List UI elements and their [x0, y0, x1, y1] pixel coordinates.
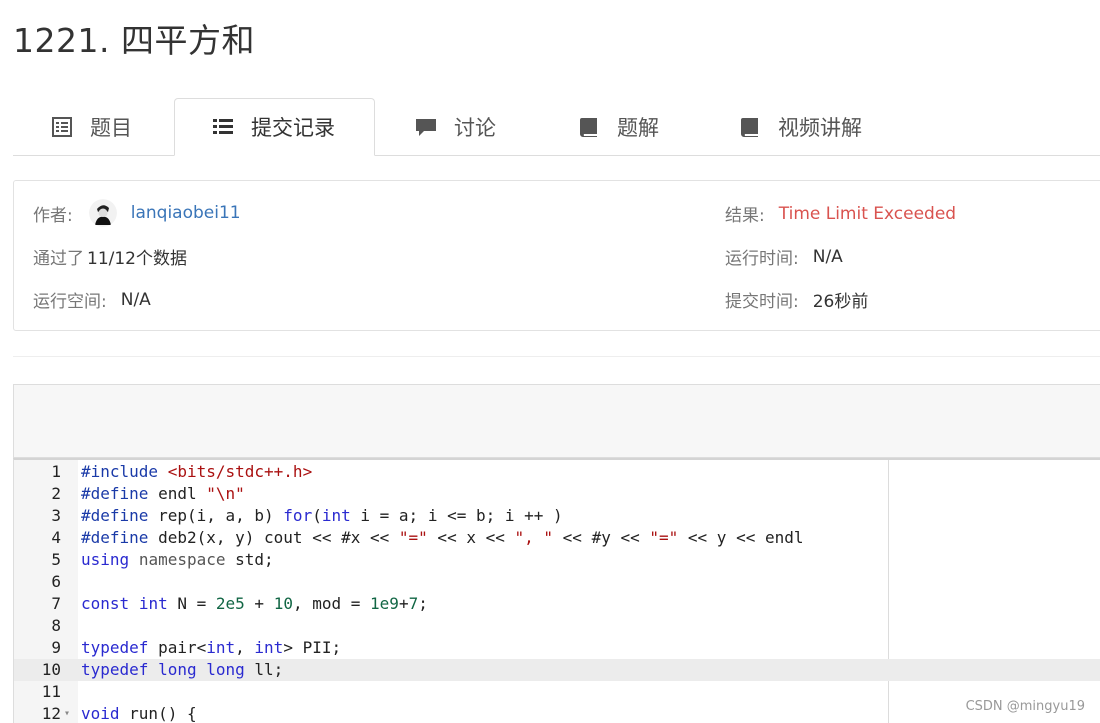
result-label: 结果:: [725, 206, 765, 226]
submission-info-panel: 作者: lanqiaobei11 通过了 11/12个数据 运行空间: N/A …: [13, 180, 1100, 331]
code-text: #define endl "\n": [81, 484, 245, 503]
avatar[interactable]: [88, 199, 117, 227]
tab-solutions[interactable]: 题解: [578, 98, 659, 155]
code-line: 7 const int N = 2e5 + 10, mod = 1e9+7;: [14, 593, 1100, 615]
code-text: void run() {: [81, 704, 197, 723]
tab-problem[interactable]: 题目: [51, 98, 132, 155]
line-number: 8: [51, 616, 61, 635]
code-line: 5 using namespace std;: [14, 549, 1100, 571]
tab-label: 视频讲解: [778, 115, 862, 140]
line-number: 11: [41, 682, 61, 701]
runtime-row: 运行时间: N/A: [725, 244, 843, 270]
author-link[interactable]: lanqiaobei11: [131, 203, 241, 223]
code-line: 11: [14, 681, 1100, 703]
runtime-label: 运行时间:: [725, 249, 799, 269]
list-icon: [212, 116, 234, 138]
book-icon: [578, 116, 600, 138]
tab-discussion[interactable]: 讨论: [415, 98, 496, 155]
code-text: typedef pair<int, int> PII;: [81, 638, 342, 657]
code-line: 2 #define endl "\n": [14, 483, 1100, 505]
code-text: #include <bits/stdc++.h>: [81, 462, 313, 481]
submit-time-value: 26秒前: [812, 292, 869, 312]
tab-submissions[interactable]: 提交记录: [174, 98, 375, 156]
tab-label: 题解: [617, 115, 659, 140]
code-text: const int N = 2e5 + 10, mod = 1e9+7;: [81, 594, 428, 613]
tab-label: 讨论: [454, 115, 496, 140]
author-label: 作者:: [33, 205, 73, 226]
runtime-value: N/A: [812, 246, 843, 267]
fold-toggle-icon[interactable]: ▾: [64, 703, 70, 723]
code-line: 12 ▾ void run() {: [14, 703, 1100, 723]
comment-icon: [415, 116, 437, 138]
code-line: 4 #define deb2(x, y) cout << #x << "=" <<…: [14, 527, 1100, 549]
line-number: 4: [51, 528, 61, 547]
line-number: 5: [51, 550, 61, 569]
tab-bar: 题目 提交记录 讨论 题解 视频讲解: [13, 98, 1100, 156]
watermark: CSDN @mingyu19: [965, 699, 1085, 714]
memory-row: 运行空间: N/A: [33, 287, 151, 313]
line-number: 6: [51, 572, 61, 591]
list-alt-icon: [51, 116, 73, 138]
submit-time-row: 提交时间: 26秒前: [725, 287, 868, 312]
line-number: 12: [41, 704, 61, 723]
passed-label: 通过了: [33, 249, 84, 269]
memory-label: 运行空间:: [33, 292, 107, 312]
code-text: #define deb2(x, y) cout << #x << "=" << …: [81, 528, 804, 547]
memory-value: N/A: [120, 289, 151, 310]
tab-label: 提交记录: [251, 116, 335, 140]
submit-time-label: 提交时间:: [725, 292, 799, 312]
code-text: #define rep(i, a, b) for(int i = a; i <=…: [81, 506, 563, 525]
line-number: 3: [51, 506, 61, 525]
code-text: typedef long long ll;: [81, 660, 284, 679]
passed-row: 通过了 11/12个数据: [33, 244, 187, 269]
page-title: 1221. 四平方和: [13, 21, 255, 60]
line-number: 2: [51, 484, 61, 503]
code-line: 10 typedef long long ll;: [14, 659, 1100, 681]
line-number: 10: [41, 660, 61, 679]
code-text: using namespace std;: [81, 550, 274, 569]
code-line: 8: [14, 615, 1100, 637]
tab-video[interactable]: 视频讲解: [739, 98, 862, 155]
code-line: 3 #define rep(i, a, b) for(int i = a; i <…: [14, 505, 1100, 527]
editor-toolbar: [13, 384, 1100, 458]
section-divider: [13, 356, 1100, 357]
line-number: 9: [51, 638, 61, 657]
line-number: 1: [51, 462, 61, 481]
line-number: 7: [51, 594, 61, 613]
result-row: 结果: Time Limit Exceeded: [725, 201, 957, 227]
code-line: 1 #include <bits/stdc++.h>: [14, 461, 1100, 483]
result-value: Time Limit Exceeded: [778, 203, 957, 224]
tab-label: 题目: [90, 115, 132, 140]
code-line: 9 typedef pair<int, int> PII;: [14, 637, 1100, 659]
book-icon: [739, 116, 761, 138]
author-row: 作者: lanqiaobei11: [33, 199, 241, 227]
code-editor[interactable]: 1 #include <bits/stdc++.h> 2 #define endl "…: [13, 458, 1100, 723]
passed-value: 11/12个数据: [87, 249, 187, 269]
code-line: 6: [14, 571, 1100, 593]
